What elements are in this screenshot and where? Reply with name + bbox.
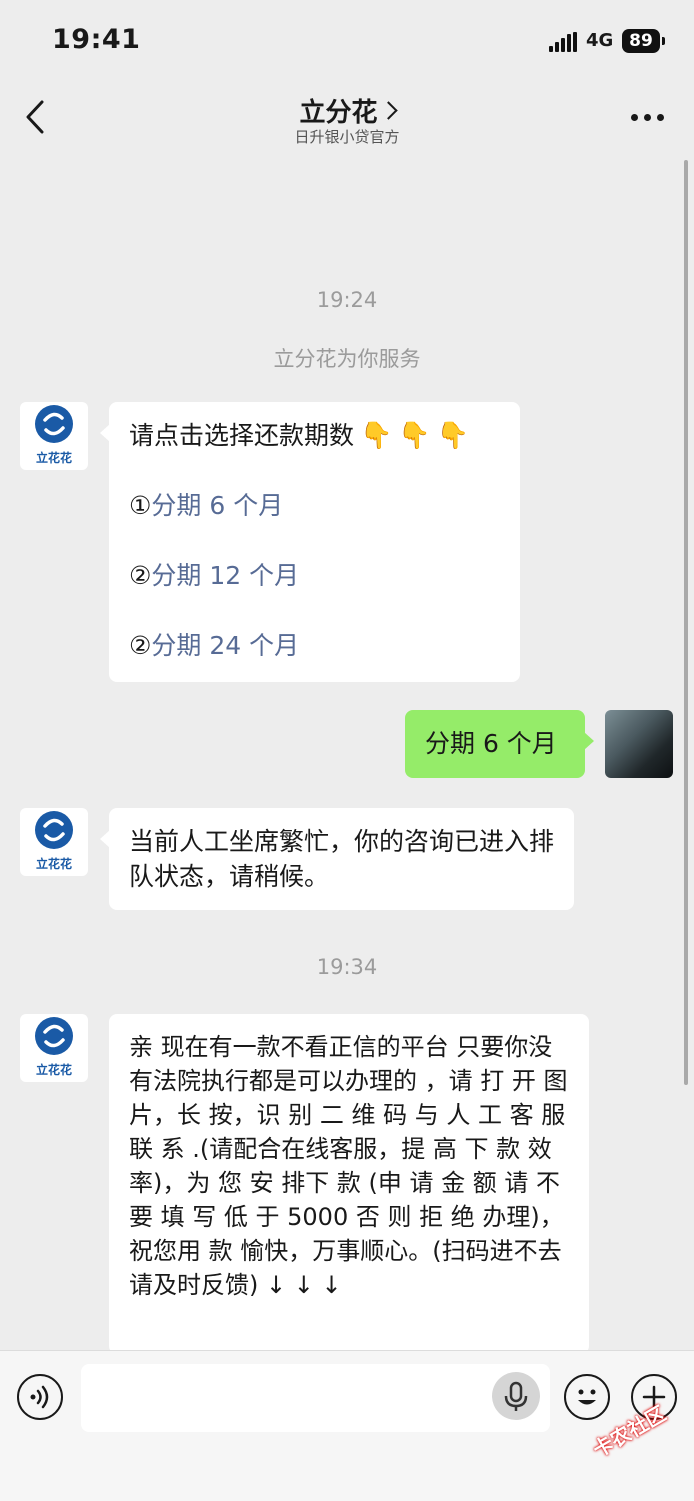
chat-subtitle: 日升银小贷官方 — [294, 128, 400, 146]
voice-wave-icon — [30, 1385, 49, 1409]
emoji-button[interactable] — [564, 1374, 610, 1420]
user-avatar[interactable] — [605, 710, 673, 778]
timestamp: 19:24 — [316, 288, 378, 312]
option-6-months[interactable]: ①分期 6 个月 — [129, 488, 500, 523]
network-label: 4G — [586, 30, 614, 51]
chat-title[interactable]: 立分花 — [0, 92, 694, 129]
message-input[interactable] — [81, 1364, 550, 1432]
battery-icon: 89 — [622, 29, 665, 53]
chat-header: 立分花 日升银小贷官方 — [0, 84, 694, 164]
finger-down-emoji: 👇 — [360, 421, 393, 451]
brand-name: 立花花 — [35, 451, 72, 465]
message-bubble-self: 分期 6 个月 — [405, 710, 594, 778]
status-time: 19:41 — [52, 24, 141, 55]
brand-logo-icon — [35, 811, 73, 849]
brand-logo-icon — [35, 405, 73, 443]
smiley-icon — [578, 1389, 596, 1405]
bot-avatar[interactable]: 立花花 — [20, 1014, 88, 1082]
chevron-right-icon — [378, 101, 398, 120]
finger-down-emoji: 👇 — [398, 421, 431, 451]
prompt-text: 请点击选择还款期数 — [129, 421, 355, 450]
option-24-months[interactable]: ②分期 24 个月 — [129, 628, 500, 663]
signal-icon — [549, 32, 579, 52]
mic-button[interactable] — [492, 1372, 540, 1420]
voice-button[interactable] — [17, 1374, 63, 1420]
brand-logo-icon — [35, 1017, 73, 1055]
brand-name: 立花花 — [35, 1063, 72, 1077]
system-message: 立分花为你服务 — [273, 347, 421, 371]
input-bar — [0, 1350, 694, 1501]
options-prompt: 请点击选择还款期数 👇 👇 👇 — [129, 418, 500, 460]
microphone-icon — [504, 1381, 528, 1411]
bot-avatar[interactable]: 立花花 — [20, 402, 88, 470]
option-12-months[interactable]: ②分期 12 个月 — [129, 558, 500, 593]
finger-down-emoji: 👇 — [436, 421, 470, 451]
status-bar: 19:41 4G 89 — [0, 0, 694, 84]
timestamp: 19:34 — [316, 955, 378, 979]
more-button[interactable] — [628, 114, 666, 124]
message-bubble-ad: 亲 现在有一款不看正信的平台 只要你没有法院执行都是可以办理的 ，请 打 开 图… — [109, 1014, 589, 1354]
bot-avatar[interactable]: 立花花 — [20, 808, 88, 876]
message-bubble-options: 请点击选择还款期数 👇 👇 👇 ①分期 6 个月 ②分期 12 个月 ②分期 24 个… — [100, 402, 520, 682]
brand-name: 立花花 — [35, 857, 72, 871]
message-bubble-queue: 当前人工坐席繁忙，你的咨询已进入排队状态，请稍候。 — [100, 808, 574, 910]
chat-title-text: 立分花 — [299, 98, 378, 128]
